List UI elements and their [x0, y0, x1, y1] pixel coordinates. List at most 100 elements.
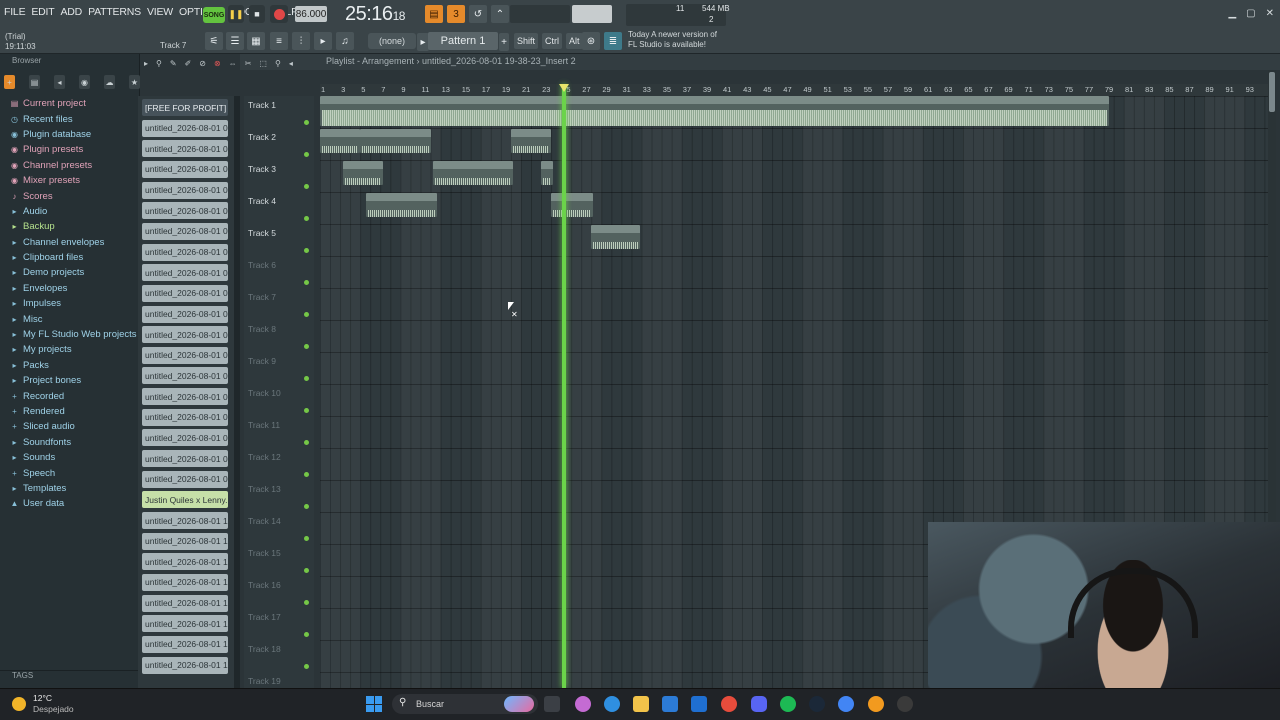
channel-item[interactable]: untitled_2026-08-01 02-...	[142, 160, 228, 178]
browser-item[interactable]: ◉ Plugin database	[10, 127, 140, 142]
delete-tool-icon[interactable]: ⊘	[199, 59, 206, 68]
stop-button[interactable]: ■	[249, 5, 265, 23]
audio-clip[interactable]	[541, 161, 554, 185]
browser-item[interactable]: + Sliced audio	[10, 419, 140, 434]
track-name[interactable]: Track 10	[248, 388, 281, 398]
outlook-icon[interactable]	[691, 696, 707, 712]
track-mute-led[interactable]	[304, 568, 309, 573]
track-mute-led[interactable]	[304, 472, 309, 477]
browser-item[interactable]: ◉ Plugin presets	[10, 142, 140, 157]
track-name[interactable]: Track 14	[248, 516, 281, 526]
track-mute-led[interactable]	[304, 440, 309, 445]
channel-item[interactable]: untitled_2026-08-01 02-...	[142, 243, 228, 261]
alt-key[interactable]: Alt	[566, 33, 583, 49]
channel-item[interactable]: untitled_2026-08-01 02-...	[142, 264, 228, 282]
track-name[interactable]: Track 16	[248, 580, 281, 590]
track-name[interactable]: Track 19	[248, 676, 281, 686]
metronome-icon[interactable]: ▤	[425, 5, 443, 23]
browser-menu-icon[interactable]: +	[4, 75, 15, 89]
track-name[interactable]: Track 15	[248, 548, 281, 558]
master-pitch-fader[interactable]	[572, 5, 612, 23]
channel-item[interactable]: untitled_2026-08-01 19-...	[142, 532, 228, 550]
channel-item[interactable]: untitled_2026-08-01 02-...	[142, 181, 228, 199]
track-name[interactable]: Track 12	[248, 452, 281, 462]
edge-icon[interactable]	[604, 696, 620, 712]
playhead[interactable]	[562, 84, 567, 688]
browser-item[interactable]: ◉ Channel presets	[10, 158, 140, 173]
close-icon[interactable]: ✕	[1266, 8, 1274, 19]
app-icon[interactable]	[897, 696, 913, 712]
track-mute-led[interactable]	[304, 536, 309, 541]
browser-item[interactable]: ▸ Impulses	[10, 296, 140, 311]
channel-item[interactable]: untitled_2026-08-01 19-...	[142, 656, 228, 674]
browser-back-icon[interactable]: ◂	[54, 75, 65, 89]
weather-temperature[interactable]: 12°C	[33, 693, 52, 703]
fl-studio-icon[interactable]	[868, 696, 884, 712]
audio-clip[interactable]: untitled_..._Insert 2	[366, 193, 437, 217]
channel-item[interactable]: untitled_2026-08-01 02-...	[142, 326, 228, 344]
browser-item[interactable]: ◉ Mixer presets	[10, 173, 140, 188]
track-mute-led[interactable]	[304, 344, 309, 349]
channel-item[interactable]: untitled_2026-08-01 02-...	[142, 222, 228, 240]
browser-item[interactable]: ▸ Channel envelopes	[10, 235, 140, 250]
channel-item[interactable]: Justin Quiles x Lenny...+	[142, 491, 228, 509]
browser-item[interactable]: ▸ My projects	[10, 342, 140, 357]
channel-item[interactable]: untitled_2026-08-01 19-...	[142, 553, 228, 571]
pattern-select[interactable]: Pattern 1	[428, 32, 498, 50]
track-mute-led[interactable]	[304, 408, 309, 413]
snap-select[interactable]: (none)	[368, 33, 416, 49]
menu-edit[interactable]: EDIT	[31, 6, 54, 18]
channel-item[interactable]: untitled_2026-08-01 02-...	[142, 450, 228, 468]
audio-clip[interactable]: untitled_20...1_Insert 2	[432, 161, 513, 185]
channel-item[interactable]: untitled_2026-08-01 02-...	[142, 140, 228, 158]
slip-tool-icon[interactable]: ⇔	[229, 59, 237, 68]
windows-start-icon[interactable]	[366, 696, 382, 712]
browser-item[interactable]: ▸ Soundfonts	[10, 435, 140, 450]
audio-clip[interactable]: untit...ert 2	[510, 129, 552, 153]
track-mute-led[interactable]	[304, 120, 309, 125]
tempo-display[interactable]: 86.000	[295, 6, 327, 22]
audio-clip[interactable]: untitl...sert 2	[591, 225, 640, 249]
slice-tool-icon[interactable]: ✂	[245, 59, 252, 68]
track-mute-led[interactable]	[304, 376, 309, 381]
mute-tool-icon[interactable]: ⊗	[214, 59, 221, 68]
pattern-add-icon[interactable]: +	[499, 33, 509, 51]
channel-item[interactable]: untitled_2026-08-01 02-...	[142, 470, 228, 488]
channel-item[interactable]: untitled_2026-08-01 19-...	[142, 594, 228, 612]
menu-view[interactable]: VIEW	[147, 6, 173, 18]
microphone-icon[interactable]: ♫	[336, 32, 354, 50]
track-name[interactable]: Track 4	[248, 196, 276, 206]
track-mute-led[interactable]	[304, 184, 309, 189]
browser-item[interactable]: ▸ Misc	[10, 311, 140, 326]
record-button[interactable]	[270, 5, 288, 23]
pl-menu-icon[interactable]: ▸	[144, 59, 148, 68]
track-mute-led[interactable]	[304, 504, 309, 509]
select-tool-icon[interactable]: ⬚	[259, 59, 267, 68]
channel-item[interactable]: untitled_2026-08-01 02-...	[142, 202, 228, 220]
channel-item[interactable]: untitled_2026-08-01 02-...	[142, 119, 228, 137]
browser-item[interactable]: ◷ Recent files	[10, 111, 140, 126]
plugin-picker-icon[interactable]: ▸	[314, 32, 332, 50]
maximize-icon[interactable]: ▢	[1246, 8, 1255, 19]
browser-item[interactable]: ▸ Templates	[10, 481, 140, 496]
ctrl-key[interactable]: Ctrl	[542, 33, 563, 49]
playback-tool-icon[interactable]: ◂	[289, 59, 293, 68]
channel-item[interactable]: untitled_2026-08-01 02-...	[142, 367, 228, 385]
track-name[interactable]: Track 7	[248, 292, 276, 302]
browser-item[interactable]: ▸ Demo projects	[10, 265, 140, 280]
discord-icon[interactable]	[751, 696, 767, 712]
song-mode-button[interactable]: SONG	[203, 7, 225, 23]
browser-collapse-icon[interactable]: ▤	[29, 75, 40, 89]
menu-file[interactable]: FILE	[4, 6, 26, 18]
copilot-icon[interactable]	[504, 696, 534, 712]
browser-star-icon[interactable]: ★	[129, 75, 140, 89]
task-view-icon[interactable]	[544, 696, 560, 712]
piano-roll-icon[interactable]: ▦	[247, 32, 265, 50]
track-name[interactable]: Track 1	[248, 100, 276, 110]
browser-item[interactable]: ♪ Scores	[10, 188, 140, 203]
audio-clip[interactable]: unti...rt 2	[343, 161, 384, 185]
track-mute-led[interactable]	[304, 664, 309, 669]
track-name[interactable]: Track 18	[248, 644, 281, 654]
time-display[interactable]: 25:1618	[345, 3, 405, 26]
browser-item[interactable]: + Recorded	[10, 388, 140, 403]
